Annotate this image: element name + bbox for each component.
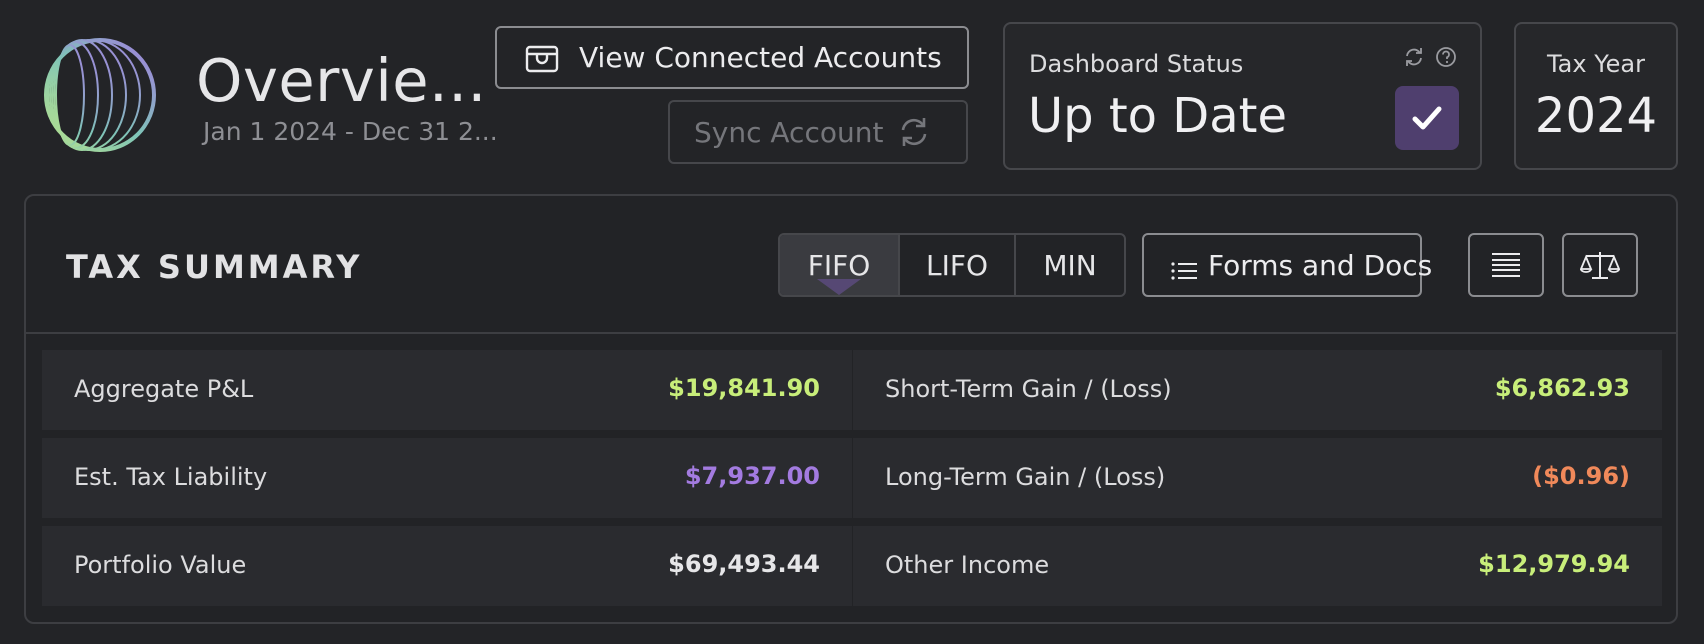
app-logo (38, 36, 158, 154)
sync-account-button[interactable]: Sync Account (668, 100, 968, 164)
summary-cell: Other Income $12,979.94 (852, 526, 1662, 606)
metric-label: Other Income (885, 551, 1050, 579)
method-tab-lifo[interactable]: LIFO (898, 235, 1014, 295)
table-row: Portfolio Value $69,493.44 Other Income … (42, 526, 1662, 606)
view-connected-accounts-label: View Connected Accounts (579, 41, 942, 74)
metric-value: $19,841.90 (668, 374, 820, 402)
method-label: MIN (1043, 248, 1097, 282)
metric-label: Portfolio Value (74, 551, 247, 579)
metric-value: $7,937.00 (684, 462, 820, 490)
status-refresh-icon[interactable] (1403, 46, 1425, 68)
compare-button[interactable] (1562, 233, 1638, 297)
table-row: Est. Tax Liability $7,937.00 Long-Term G… (42, 438, 1662, 518)
metric-label: Short-Term Gain / (Loss) (885, 375, 1172, 403)
metric-label: Aggregate P&L (74, 375, 254, 403)
scale-icon (1580, 252, 1620, 279)
metric-value: ($0.96) (1532, 462, 1630, 490)
cost-basis-method-selector: FIFO LIFO MIN (778, 233, 1126, 297)
summary-cell: Aggregate P&L $19,841.90 (42, 350, 852, 430)
method-label: LIFO (925, 248, 988, 282)
method-tab-fifo[interactable]: FIFO (780, 235, 898, 295)
tax-summary-title: TAX SUMMARY (66, 248, 363, 286)
tax-summary-header: TAX SUMMARY FIFO LIFO MIN Forms and Docs (26, 196, 1676, 334)
metric-value: $12,979.94 (1478, 550, 1630, 578)
metric-label: Est. Tax Liability (74, 463, 268, 491)
summary-cell: Long-Term Gain / (Loss) ($0.96) (852, 438, 1662, 518)
metric-value: $6,862.93 (1494, 374, 1630, 402)
sync-account-label: Sync Account (694, 115, 884, 149)
method-label: FIFO (807, 248, 871, 282)
check-icon (1412, 106, 1442, 130)
tax-year-value: 2024 (1534, 88, 1658, 144)
status-check-badge (1395, 86, 1459, 150)
summary-cell: Portfolio Value $69,493.44 (42, 526, 852, 606)
wallet-icon (525, 43, 559, 73)
date-range[interactable]: Jan 1 2024 - Dec 31 2... (203, 117, 498, 146)
table-row: Aggregate P&L $19,841.90 Short-Term Gain… (42, 350, 1662, 430)
dashboard-status-value: Up to Date (1028, 88, 1288, 144)
dashboard-status-label: Dashboard Status (1029, 50, 1244, 78)
metric-value: $69,493.44 (668, 550, 820, 578)
tax-year-label: Tax Year (1546, 50, 1646, 78)
ledger-view-button[interactable] (1468, 233, 1544, 297)
view-connected-accounts-button[interactable]: View Connected Accounts (495, 26, 969, 89)
summary-cell: Est. Tax Liability $7,937.00 (42, 438, 852, 518)
page-title: Overvie... (196, 46, 487, 115)
list-icon (1170, 255, 1198, 280)
dashboard-status-card: Dashboard Status Up to Date (1003, 22, 1482, 170)
refresh-icon (897, 115, 931, 149)
summary-cell: Short-Term Gain / (Loss) $6,862.93 (852, 350, 1662, 430)
forms-and-docs-label: Forms and Docs (1208, 248, 1433, 282)
method-tab-min[interactable]: MIN (1014, 235, 1124, 295)
tax-summary-panel: TAX SUMMARY FIFO LIFO MIN Forms and Docs… (24, 194, 1678, 624)
forms-and-docs-button[interactable]: Forms and Docs (1142, 233, 1432, 297)
tax-year-card[interactable]: Tax Year 2024 (1514, 22, 1678, 170)
help-circle-icon[interactable] (1435, 46, 1457, 68)
rows-icon (1492, 253, 1520, 277)
metric-label: Long-Term Gain / (Loss) (885, 463, 1166, 491)
